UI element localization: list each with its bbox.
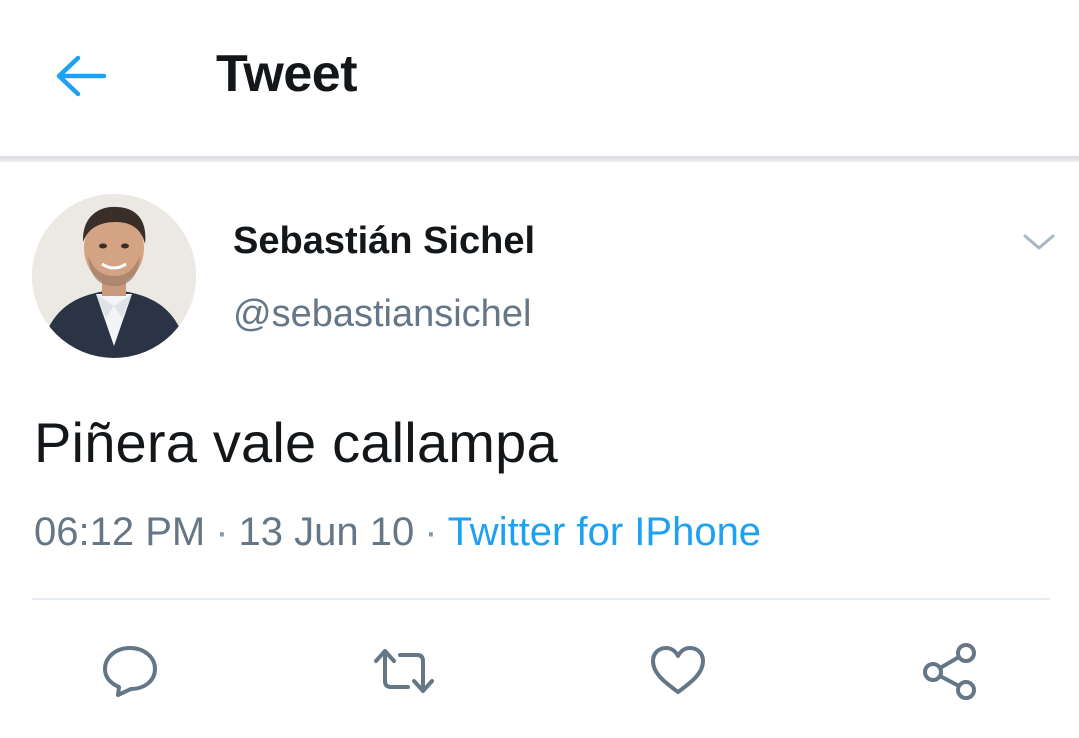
tweet-source-link[interactable]: Twitter for IPhone (448, 510, 761, 554)
meta-separator: · (215, 510, 229, 554)
profile-photo (32, 194, 196, 358)
author-handle[interactable]: @sebastiansichel (233, 293, 531, 336)
reply-button[interactable] (95, 636, 165, 706)
like-button[interactable] (643, 636, 713, 706)
top-bar: Tweet (0, 0, 1079, 162)
header-divider (0, 156, 1079, 162)
tweet-date: 13 Jun 10 (238, 510, 415, 554)
tweet-text: Piñera vale callampa (34, 411, 558, 474)
comment-icon (103, 646, 157, 697)
heart-icon (651, 646, 705, 694)
avatar[interactable] (32, 194, 196, 358)
tweet-detail-screen: Tweet Sebastián Sichel @sebastiansichel … (0, 0, 1079, 738)
author-name[interactable]: Sebastián Sichel (233, 220, 535, 263)
meta-separator: · (424, 510, 438, 554)
tweet-time: 06:12 PM (34, 510, 206, 554)
arrow-left-icon (56, 55, 107, 97)
retweet-button[interactable] (369, 636, 439, 706)
chevron-down-icon (1023, 234, 1055, 250)
share-icon (923, 643, 976, 700)
back-button[interactable] (44, 44, 116, 108)
actions-divider (32, 598, 1050, 600)
tweet-meta: 06:12 PM · 13 Jun 10 · Twitter for IPhone (34, 510, 761, 555)
retweet-icon (374, 649, 434, 693)
tweet-menu-button[interactable] (1014, 222, 1064, 262)
page-title: Tweet (216, 45, 358, 103)
share-button[interactable] (915, 636, 985, 706)
